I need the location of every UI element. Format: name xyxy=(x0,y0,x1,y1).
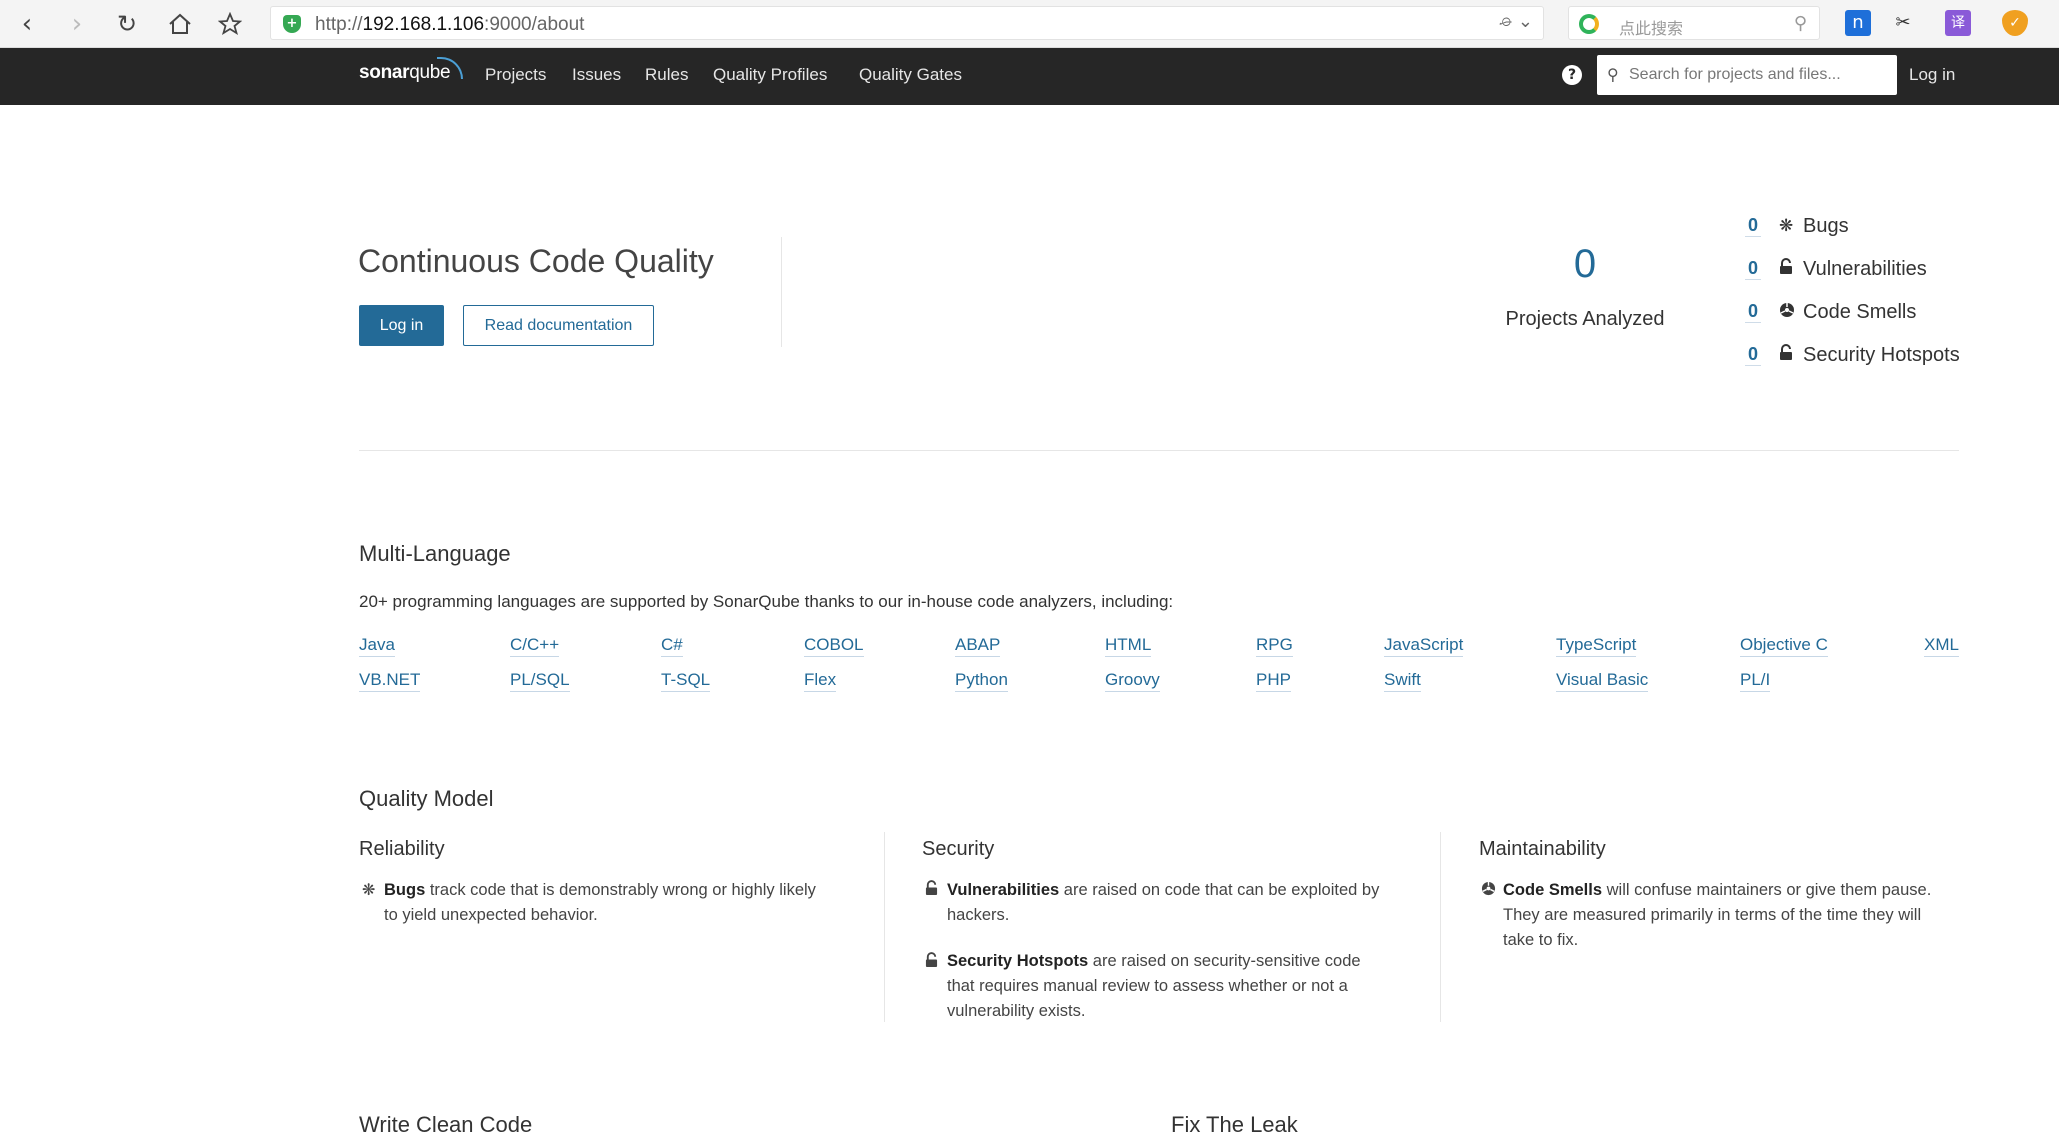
vulnerabilities-description: Vulnerabilities are raised on code that … xyxy=(947,881,1380,924)
search-engine-icon xyxy=(1579,14,1599,34)
hero-divider xyxy=(781,237,782,347)
multi-language-description: 20+ programming languages are supported … xyxy=(359,592,1174,611)
extension-icon[interactable]: n xyxy=(1845,10,1871,36)
column-divider xyxy=(884,832,885,1022)
language-python[interactable]: Python xyxy=(955,669,1008,692)
help-icon[interactable]: ? xyxy=(1562,65,1582,85)
nav-projects[interactable]: Projects xyxy=(485,65,546,85)
reliability-description: Bugs track code that is demonstrably wro… xyxy=(384,881,816,924)
reload-icon[interactable]: ↻ xyxy=(110,8,144,40)
search-icon[interactable]: ⚲ xyxy=(1794,13,1807,34)
language-rpg[interactable]: RPG xyxy=(1256,634,1293,657)
language-plsql[interactable]: PL/SQL xyxy=(510,669,570,692)
security-hotspots-description: Security Hotspots are raised on security… xyxy=(947,952,1361,1020)
reliability-title: Reliability xyxy=(359,838,445,860)
lock-icon xyxy=(925,952,938,972)
forward-icon[interactable]: › xyxy=(60,8,94,40)
write-clean-code-title: Write Clean Code xyxy=(359,1112,533,1137)
bookmark-star-icon[interactable] xyxy=(213,8,247,40)
security-hotspots-count[interactable]: 0 xyxy=(1745,344,1761,366)
column-divider xyxy=(1440,832,1441,1022)
browser-search-box[interactable]: 点此搜索 ⚲ xyxy=(1568,6,1820,40)
language-java[interactable]: Java xyxy=(359,634,395,657)
lock-icon xyxy=(925,880,938,900)
security-hotspots-label: Security Hotspots xyxy=(1803,344,1960,366)
projects-analyzed-label: Projects Analyzed xyxy=(1505,308,1665,330)
login-button[interactable]: Log in xyxy=(359,305,444,346)
code-smell-icon xyxy=(1779,302,1795,323)
search-input[interactable] xyxy=(1629,63,1889,87)
browser-toolbar: ‹ › ↻ + http://192.168.1.106:9000/about … xyxy=(0,0,2059,48)
lock-icon xyxy=(1779,344,1793,366)
multi-language-title: Multi-Language xyxy=(359,541,511,566)
language-visual-basic[interactable]: Visual Basic xyxy=(1556,669,1649,692)
url-text: http://192.168.1.106:9000/about xyxy=(315,14,585,35)
shield-extension-icon[interactable]: ✓ xyxy=(2002,10,2028,36)
bug-icon: ❋ xyxy=(362,880,376,899)
bugs-label: Bugs xyxy=(1803,215,1849,237)
maintainability-title: Maintainability xyxy=(1479,838,1606,860)
language-javascript[interactable]: JavaScript xyxy=(1384,634,1464,657)
secure-shield-icon: + xyxy=(283,15,301,33)
language-html[interactable]: HTML xyxy=(1105,634,1152,657)
language-flex[interactable]: Flex xyxy=(804,669,837,692)
page-title: Continuous Code Quality xyxy=(358,243,714,279)
language-php[interactable]: PHP xyxy=(1256,669,1291,692)
language-abap[interactable]: ABAP xyxy=(955,634,1001,657)
section-divider xyxy=(359,450,1959,451)
code-smells-description: Code Smells will confuse maintainers or … xyxy=(1503,881,1932,949)
nav-rules[interactable]: Rules xyxy=(645,65,688,85)
code-smell-icon xyxy=(1481,881,1496,900)
nav-issues[interactable]: Issues xyxy=(572,65,621,85)
scissors-icon[interactable]: ✂ xyxy=(1890,10,1916,36)
nav-quality-gates[interactable]: Quality Gates xyxy=(859,65,962,85)
url-dropdown-icon[interactable]: ⌮ ⌄ xyxy=(1499,11,1533,32)
nav-quality-profiles[interactable]: Quality Profiles xyxy=(713,65,827,85)
fix-the-leak-title: Fix The Leak xyxy=(1171,1112,1298,1137)
vulnerabilities-label: Vulnerabilities xyxy=(1803,258,1927,280)
language-groovy[interactable]: Groovy xyxy=(1105,669,1160,692)
language-typescript[interactable]: TypeScript xyxy=(1556,634,1637,657)
home-icon[interactable] xyxy=(163,8,197,40)
language-tsql[interactable]: T-SQL xyxy=(661,669,711,692)
back-icon[interactable]: ‹ xyxy=(10,8,44,40)
address-bar[interactable]: + http://192.168.1.106:9000/about ⌮ ⌄ xyxy=(270,6,1544,40)
language-c-cpp[interactable]: C/C++ xyxy=(510,634,560,657)
translate-icon[interactable]: 译 xyxy=(1945,10,1971,36)
language-vbnet[interactable]: VB.NET xyxy=(359,669,421,692)
bug-icon: ❋ xyxy=(1779,216,1794,236)
quality-model-title: Quality Model xyxy=(359,786,494,811)
vulnerabilities-count[interactable]: 0 xyxy=(1745,258,1761,280)
nav-search-box[interactable]: ⚲ xyxy=(1597,55,1897,95)
search-icon: ⚲ xyxy=(1607,65,1619,84)
bugs-count[interactable]: 0 xyxy=(1745,215,1761,237)
language-objective-c[interactable]: Objective C xyxy=(1740,634,1828,657)
language-cobol[interactable]: COBOL xyxy=(804,634,864,657)
top-navigation: sonarqube Projects Issues Rules Quality … xyxy=(0,48,2059,105)
code-smells-count[interactable]: 0 xyxy=(1745,301,1761,323)
lock-icon xyxy=(1779,258,1793,280)
read-documentation-button[interactable]: Read documentation xyxy=(463,305,654,346)
security-title: Security xyxy=(922,838,995,860)
language-csharp[interactable]: C# xyxy=(661,634,683,657)
browser-search-placeholder: 点此搜索 xyxy=(1619,19,1684,38)
language-swift[interactable]: Swift xyxy=(1384,669,1421,692)
logo-wave-icon xyxy=(437,57,463,79)
nav-login-link[interactable]: Log in xyxy=(1909,65,1955,85)
language-pli[interactable]: PL/I xyxy=(1740,669,1771,692)
language-xml[interactable]: XML xyxy=(1924,634,1959,657)
projects-analyzed-count[interactable]: 0 xyxy=(1500,242,1670,287)
code-smells-label: Code Smells xyxy=(1803,301,1917,323)
